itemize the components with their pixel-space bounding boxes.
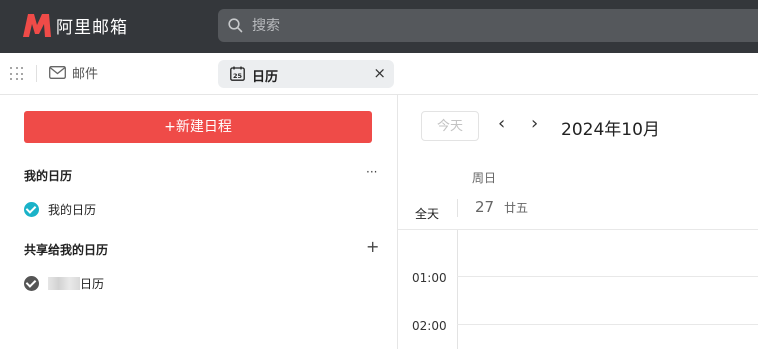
- tab-calendar[interactable]: 25 日历 ×: [218, 60, 394, 88]
- logo-text: 阿里邮箱: [56, 17, 128, 38]
- day-of-week: 周日: [472, 171, 497, 185]
- new-event-button[interactable]: +新建日程: [24, 111, 372, 143]
- hour-label: 01:00: [412, 271, 447, 285]
- time-column-divider: [457, 230, 458, 349]
- search-box[interactable]: [218, 9, 758, 42]
- logo[interactable]: 阿里邮箱: [22, 12, 128, 38]
- check-icon[interactable]: [24, 276, 39, 291]
- hour-label: 02:00: [412, 319, 447, 333]
- tab-mail-label: 邮件: [72, 67, 99, 82]
- search-icon: [228, 18, 243, 33]
- top-bar: 阿里邮箱: [0, 0, 758, 53]
- all-day-label: 全天: [415, 207, 440, 221]
- redacted-name: [48, 277, 80, 290]
- search-input[interactable]: [252, 9, 732, 42]
- close-tab-icon[interactable]: ×: [373, 64, 386, 82]
- tab-bar: 邮件 25 日历 ×: [0, 53, 758, 95]
- tab-mail[interactable]: 邮件: [49, 63, 98, 82]
- logo-m-icon: [23, 14, 51, 37]
- hour-gridline: [457, 276, 758, 277]
- my-calendars-title: 我的日历: [24, 169, 73, 183]
- mail-icon: [49, 66, 66, 79]
- shared-calendars-title: 共享给我的日历: [24, 243, 109, 257]
- month-label: 2024年10月: [561, 120, 660, 140]
- calendar-view: 今天 ‹ › 2024年10月 周日 全天 27 廿五 01:00 02:00: [398, 95, 758, 349]
- divider: [36, 65, 37, 82]
- more-options-icon[interactable]: ···: [366, 165, 377, 179]
- calendar-icon-day: 25: [233, 72, 243, 80]
- calendar-item-my[interactable]: 我的日历: [24, 201, 96, 218]
- lunar-date: 廿五: [504, 201, 529, 215]
- add-shared-calendar-icon[interactable]: +: [366, 237, 379, 256]
- all-day-divider: [398, 229, 758, 230]
- calendar-sidebar: +新建日程 我的日历 ··· 我的日历 共享给我的日历 + 日历: [0, 95, 398, 349]
- date-number[interactable]: 27: [475, 198, 494, 216]
- hour-gridline: [457, 324, 758, 325]
- tab-calendar-label: 日历: [252, 70, 279, 85]
- apps-grid-icon[interactable]: [10, 67, 24, 81]
- calendar-item-label: 日历: [80, 277, 105, 291]
- calendar-item-shared[interactable]: 日历: [24, 275, 104, 292]
- prev-month-icon[interactable]: ‹: [498, 113, 505, 134]
- next-month-icon[interactable]: ›: [531, 113, 538, 134]
- today-button[interactable]: 今天: [421, 111, 479, 141]
- column-divider: [457, 199, 458, 217]
- check-icon[interactable]: [24, 202, 39, 217]
- calendar-icon: 25: [230, 66, 245, 81]
- calendar-item-label: 我的日历: [48, 203, 97, 217]
